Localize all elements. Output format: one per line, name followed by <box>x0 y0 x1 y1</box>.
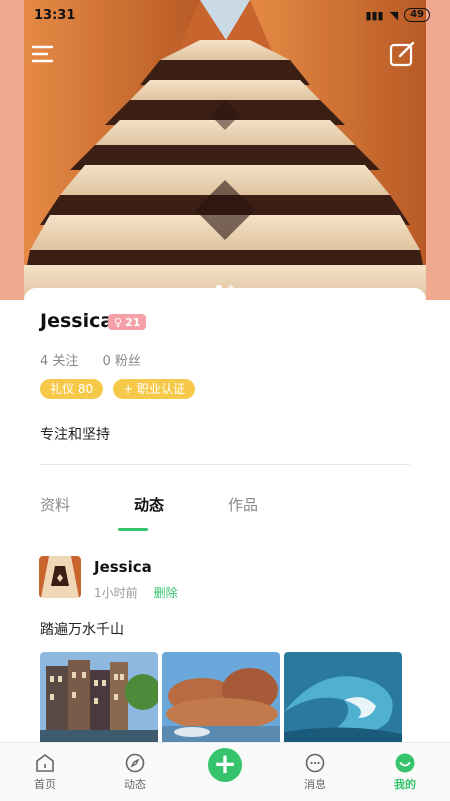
followers-stat[interactable]: 0 粉丝 <box>102 350 140 369</box>
add-post-button[interactable]: + <box>208 748 242 782</box>
nav-messages[interactable]: 消息 <box>270 743 360 801</box>
profile-cover-photo <box>0 0 450 300</box>
post-gallery <box>40 652 402 748</box>
nav-moments-label: 动态 <box>124 778 146 791</box>
nav-home[interactable]: 首页 <box>0 743 90 801</box>
followers-count: 0 <box>102 354 111 369</box>
ocean-wave-photo <box>284 652 402 748</box>
edit-profile-button[interactable] <box>388 40 416 68</box>
add-icon: + <box>213 747 237 780</box>
menu-icon <box>31 45 54 63</box>
profile-bio: 专注和坚持 <box>40 427 110 443</box>
etiquette-tag[interactable]: 礼仪 80 <box>40 379 104 399</box>
post-image-wave[interactable] <box>284 652 402 748</box>
divider <box>40 464 410 465</box>
followers-label: 粉丝 <box>114 354 141 369</box>
menu-button[interactable] <box>30 40 58 68</box>
following-count: 4 <box>40 354 49 369</box>
rocky-coast-photo <box>162 652 280 748</box>
status-icons: ▮▮▮ ◥ 49 <box>365 8 430 22</box>
tab-info[interactable]: 资料 <box>40 494 134 515</box>
home-icon <box>36 754 54 772</box>
escalator-photo <box>0 0 450 300</box>
profile-tabs: 资料 动态 作品 <box>40 494 322 515</box>
level-value: 21 <box>125 315 141 329</box>
career-certification-tag[interactable]: + 职业认证 <box>113 379 195 399</box>
avatar <box>39 556 81 598</box>
tab-works[interactable]: 作品 <box>228 494 322 515</box>
profile-tags: 礼仪 80 + 职业认证 <box>40 379 195 399</box>
female-icon: ♀ <box>114 315 123 329</box>
post-text: 踏遍万水千山 <box>40 622 124 638</box>
post-meta: 1小时前 删除 <box>94 584 178 601</box>
city-street-photo <box>40 652 158 748</box>
level-badge: ♀ 21 <box>108 314 147 330</box>
profile-stats: 4 关注 0 粉丝 <box>40 350 141 369</box>
post-time: 1小时前 <box>94 586 138 600</box>
battery-icon: 49 <box>404 8 430 22</box>
nav-home-label: 首页 <box>34 778 56 791</box>
nav-moments[interactable]: 动态 <box>90 743 180 801</box>
post-avatar[interactable] <box>39 556 81 598</box>
edit-icon <box>389 41 415 67</box>
status-bar: 13:31 ▮▮▮ ◥ 49 <box>0 0 450 30</box>
nav-profile[interactable]: 我的 <box>360 743 450 801</box>
profile-name: Jessica <box>40 310 114 332</box>
post-author[interactable]: Jessica <box>94 558 152 576</box>
wifi-icon: ◥ <box>389 8 399 22</box>
status-time: 13:31 <box>34 8 76 23</box>
tab-moments[interactable]: 动态 <box>134 494 228 515</box>
nav-profile-label: 我的 <box>394 778 416 791</box>
nav-messages-label: 消息 <box>304 778 326 791</box>
profile-icon <box>395 753 415 773</box>
post-image-coast[interactable] <box>162 652 280 748</box>
active-tab-indicator <box>118 528 148 531</box>
compass-icon <box>125 753 145 773</box>
following-stat[interactable]: 4 关注 <box>40 350 78 369</box>
post-image-city[interactable] <box>40 652 158 748</box>
message-icon <box>305 753 325 773</box>
profile-card: Jessica ♀ 21 4 关注 0 粉丝 礼仪 80 + 职业认证 专注和坚… <box>24 288 426 748</box>
following-label: 关注 <box>52 354 79 369</box>
delete-post-button[interactable]: 删除 <box>154 584 178 601</box>
signal-icon: ▮▮▮ <box>365 8 384 22</box>
